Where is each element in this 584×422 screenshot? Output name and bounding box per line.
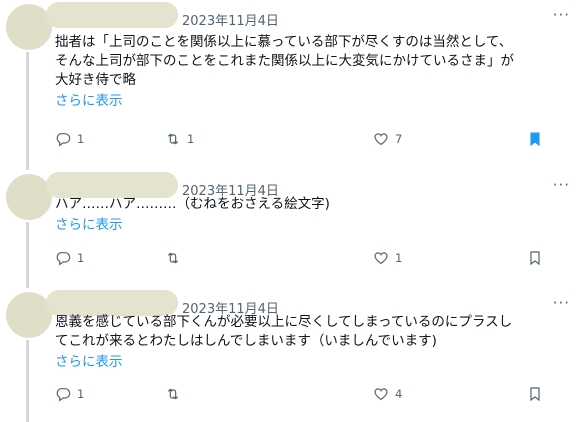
bookmark-button[interactable] (527, 129, 543, 149)
bookmark-icon (530, 387, 540, 402)
retweet-button[interactable]: 1 (165, 129, 194, 149)
tweet-date[interactable]: 2023年11月4日 (182, 10, 279, 29)
tweet-text-line: てこれが来るとわたしはしんでしまいます（いましんでいます) (55, 333, 437, 349)
tweet-text-line: ハア……ハア………（むねをおさえる絵文字) (55, 196, 330, 212)
tweet-text-line: 拙者は「上司のことを関係以上に慕っている部下が尽くすのは当然として、 (55, 34, 513, 50)
bookmark-button[interactable] (527, 384, 543, 404)
tweet-actions: 1 1 (55, 248, 570, 268)
retweet-count: 1 (187, 132, 195, 146)
bookmark-icon (530, 251, 540, 266)
show-more-link[interactable]: さらに表示 (55, 216, 570, 235)
bookmark-button[interactable] (527, 248, 543, 268)
heart-icon (374, 133, 388, 146)
tweet-text: ハア……ハア………（むねをおさえる絵文字) さらに表示 (55, 195, 570, 235)
like-button[interactable]: 1 (373, 248, 402, 268)
reply-button[interactable]: 1 (55, 384, 84, 404)
thread-line (26, 222, 29, 288)
author-name-redacted[interactable] (46, 2, 178, 28)
show-more-link[interactable]: さらに表示 (55, 353, 570, 372)
like-button[interactable]: 7 (373, 129, 402, 149)
reply-icon (56, 133, 71, 147)
bookmark-icon (530, 132, 540, 147)
retweet-icon (167, 388, 179, 400)
reply-count: 1 (77, 251, 85, 265)
avatar[interactable] (6, 292, 52, 338)
more-icon[interactable]: ··· (553, 6, 570, 24)
retweet-icon (167, 252, 179, 264)
like-count: 4 (395, 387, 403, 401)
heart-icon (374, 388, 388, 401)
more-icon[interactable]: ··· (553, 294, 570, 312)
reply-button[interactable]: 1 (55, 129, 84, 149)
show-more-link[interactable]: さらに表示 (55, 92, 570, 111)
more-icon[interactable]: ··· (553, 176, 570, 194)
thread-line (26, 340, 29, 422)
like-count: 7 (395, 132, 403, 146)
retweet-icon (167, 133, 179, 145)
avatar[interactable] (6, 4, 52, 50)
reply-count: 1 (77, 387, 85, 401)
heart-icon (374, 252, 388, 265)
thread-line (26, 52, 29, 170)
tweet-text: 恩義を感じている部下くんが必要以上に尽くしてしまっているのにプラスし てこれが来… (55, 313, 570, 372)
tweet-actions: 1 4 (55, 384, 570, 404)
tweet-text-line: 恩義を感じている部下くんが必要以上に尽くしてしまっているのにプラスし (55, 314, 513, 330)
tweet-1[interactable]: 2023年11月4日 ··· 拙者は「上司のことを関係以上に慕っている部下が尽く… (0, 0, 584, 170)
reply-count: 1 (77, 132, 85, 146)
reply-button[interactable]: 1 (55, 248, 84, 268)
tweet-text-line: 大好き侍で略 (55, 72, 136, 88)
retweet-button[interactable] (165, 248, 187, 268)
reply-icon (56, 252, 71, 266)
tweet-actions: 1 1 7 (55, 129, 570, 149)
reply-icon (56, 388, 71, 402)
like-button[interactable]: 4 (373, 384, 402, 404)
retweet-button[interactable] (165, 384, 187, 404)
tweet-3[interactable]: 2023年11月4日 ··· 恩義を感じている部下くんが必要以上に尽くしてしまっ… (0, 288, 584, 422)
tweet-2[interactable]: 2023年11月4日 ··· ハア……ハア………（むねをおさえる絵文字) さらに… (0, 170, 584, 288)
tweet-text: 拙者は「上司のことを関係以上に慕っている部下が尽くすのは当然として、 そんな上司… (55, 33, 570, 111)
like-count: 1 (395, 251, 403, 265)
tweet-text-line: そんな上司が部下のことをこれまた関係以上に大変気にかけているさま」が (55, 53, 514, 69)
avatar[interactable] (6, 174, 52, 220)
